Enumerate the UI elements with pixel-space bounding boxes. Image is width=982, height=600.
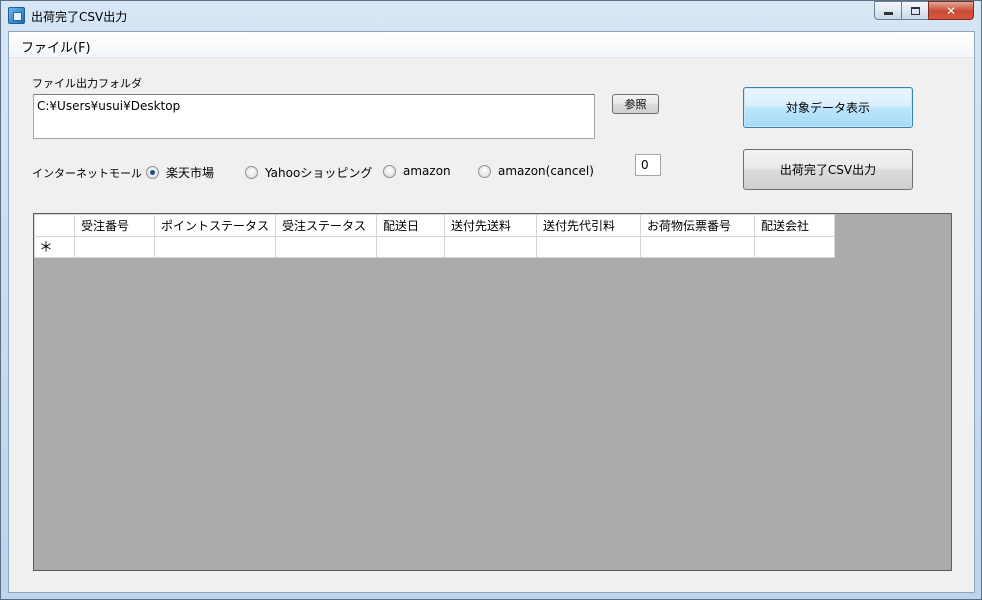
- minimize-button[interactable]: [874, 1, 901, 20]
- close-button[interactable]: ✕: [928, 1, 974, 20]
- column-header[interactable]: 配送会社: [754, 214, 836, 237]
- grid-cell[interactable]: [376, 236, 446, 258]
- maximize-button[interactable]: [901, 1, 928, 20]
- minimize-icon: [883, 12, 893, 15]
- grid-cell[interactable]: [74, 236, 155, 258]
- app-window: 出荷完了CSV出力 ✕ ファイル(F) ファイル出力フォルダ C:¥Users¥…: [0, 0, 982, 600]
- radio-label: amazon(cancel): [498, 164, 594, 178]
- menu-bar: ファイル(F): [9, 32, 974, 58]
- grid-cell[interactable]: [444, 236, 538, 258]
- output-folder-input[interactable]: C:¥Users¥usui¥Desktop: [33, 94, 595, 139]
- app-icon: [8, 7, 25, 24]
- grid-new-row[interactable]: ＊: [34, 236, 836, 258]
- menu-file[interactable]: ファイル(F): [18, 37, 94, 56]
- radio-yahoo[interactable]: Yahooショッピング: [245, 164, 372, 181]
- browse-button[interactable]: 参照: [612, 94, 659, 114]
- radio-rakuten[interactable]: 楽天市場: [146, 164, 214, 181]
- maximize-icon: [910, 6, 920, 15]
- grid-table: 受注番号 ポイントステータス 受注ステータス 配送日 送付先送料 送付先代引料 …: [34, 214, 836, 258]
- radio-amazon[interactable]: amazon: [383, 164, 451, 178]
- column-header[interactable]: 送付先送料: [444, 214, 538, 237]
- grid-cell[interactable]: [153, 236, 277, 258]
- column-header[interactable]: 配送日: [376, 214, 446, 237]
- window-title: 出荷完了CSV出力: [31, 10, 128, 24]
- count-field[interactable]: 0: [635, 154, 661, 176]
- radio-amazon-cancel[interactable]: amazon(cancel): [478, 164, 594, 178]
- column-header[interactable]: 送付先代引料: [536, 214, 642, 237]
- column-header[interactable]: 受注番号: [74, 214, 155, 237]
- radio-unchecked-icon: [245, 166, 258, 179]
- grid-cell[interactable]: [275, 236, 378, 258]
- radio-label: amazon: [403, 164, 451, 178]
- radio-unchecked-icon: [383, 164, 396, 178]
- grid-cell[interactable]: [640, 236, 756, 258]
- new-row-marker[interactable]: ＊: [34, 236, 75, 258]
- grid-cell[interactable]: [536, 236, 642, 258]
- export-csv-button[interactable]: 出荷完了CSV出力: [743, 149, 913, 190]
- column-header[interactable]: お荷物伝票番号: [640, 214, 756, 237]
- radio-label: Yahooショッピング: [265, 166, 373, 180]
- radio-checked-icon: [146, 166, 159, 179]
- internet-mall-label: インターネットモール: [32, 167, 142, 180]
- title-bar[interactable]: 出荷完了CSV出力 ✕: [1, 1, 981, 30]
- column-header[interactable]: 受注ステータス: [275, 214, 378, 237]
- grid-corner[interactable]: [34, 214, 75, 237]
- window-controls: ✕: [874, 1, 974, 20]
- data-grid[interactable]: 受注番号 ポイントステータス 受注ステータス 配送日 送付先送料 送付先代引料 …: [33, 213, 952, 571]
- show-target-data-button[interactable]: 対象データ表示: [743, 87, 913, 128]
- client-area: ファイル(F) ファイル出力フォルダ C:¥Users¥usui¥Desktop…: [8, 31, 975, 593]
- radio-unchecked-icon: [478, 164, 491, 178]
- output-folder-label: ファイル出力フォルダ: [32, 77, 142, 90]
- column-header[interactable]: ポイントステータス: [153, 214, 277, 237]
- close-icon: ✕: [945, 3, 957, 18]
- grid-header-row: 受注番号 ポイントステータス 受注ステータス 配送日 送付先送料 送付先代引料 …: [34, 214, 836, 237]
- grid-cell[interactable]: [754, 236, 836, 258]
- radio-label: 楽天市場: [166, 166, 215, 180]
